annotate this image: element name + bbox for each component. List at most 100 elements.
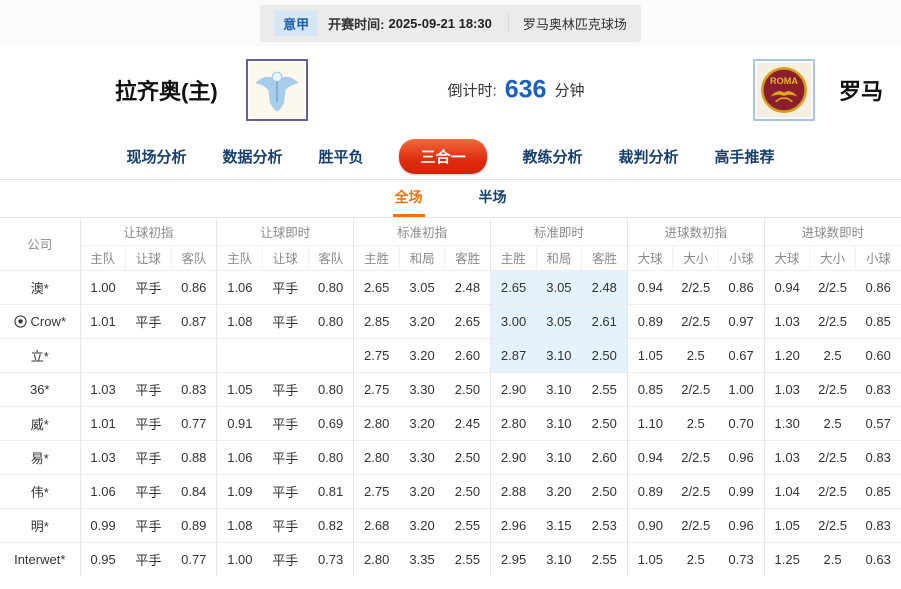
- odds-cell[interactable]: 0.86: [719, 270, 765, 304]
- odds-cell[interactable]: 2.90: [490, 440, 536, 474]
- odds-cell[interactable]: 2.5: [673, 338, 719, 372]
- odds-cell[interactable]: 2.60: [582, 440, 628, 474]
- odds-cell[interactable]: 0.83: [855, 508, 901, 542]
- odds-cell[interactable]: 平手: [126, 474, 172, 508]
- company-cell[interactable]: 36*: [0, 372, 80, 406]
- odds-cell[interactable]: 平手: [262, 508, 308, 542]
- odds-cell[interactable]: 1.08: [217, 508, 263, 542]
- odds-cell[interactable]: 0.69: [308, 406, 354, 440]
- odds-cell[interactable]: 2.48: [445, 270, 491, 304]
- odds-cell[interactable]: 1.00: [217, 542, 263, 576]
- odds-cell[interactable]: 2.80: [354, 406, 400, 440]
- odds-cell[interactable]: 0.70: [719, 406, 765, 440]
- odds-cell[interactable]: 平手: [126, 270, 172, 304]
- odds-cell[interactable]: 2.80: [490, 406, 536, 440]
- odds-cell[interactable]: 0.77: [171, 406, 217, 440]
- odds-cell[interactable]: [262, 338, 308, 372]
- odds-cell[interactable]: 0.83: [171, 372, 217, 406]
- company-cell[interactable]: 威*: [0, 406, 80, 440]
- odds-cell[interactable]: 2.48: [582, 270, 628, 304]
- odds-cell[interactable]: [308, 338, 354, 372]
- odds-cell[interactable]: 平手: [126, 406, 172, 440]
- odds-cell[interactable]: 0.80: [308, 304, 354, 338]
- odds-cell[interactable]: 0.90: [627, 508, 673, 542]
- odds-cell[interactable]: 1.05: [217, 372, 263, 406]
- odds-cell[interactable]: 平手: [262, 542, 308, 576]
- odds-cell[interactable]: 1.03: [764, 440, 810, 474]
- odds-cell[interactable]: 3.20: [399, 508, 445, 542]
- odds-cell[interactable]: 2.50: [582, 338, 628, 372]
- odds-cell[interactable]: 3.10: [536, 338, 582, 372]
- odds-cell[interactable]: 0.83: [855, 372, 901, 406]
- odds-cell[interactable]: 2.75: [354, 338, 400, 372]
- odds-cell[interactable]: 0.86: [171, 270, 217, 304]
- odds-cell[interactable]: 平手: [262, 304, 308, 338]
- odds-cell[interactable]: 0.94: [627, 440, 673, 474]
- odds-cell[interactable]: 3.30: [399, 440, 445, 474]
- odds-cell[interactable]: 0.81: [308, 474, 354, 508]
- odds-cell[interactable]: 0.91: [217, 406, 263, 440]
- odds-cell[interactable]: 2.61: [582, 304, 628, 338]
- odds-cell[interactable]: 2.68: [354, 508, 400, 542]
- odds-cell[interactable]: 2.50: [582, 474, 628, 508]
- odds-cell[interactable]: 1.25: [764, 542, 810, 576]
- odds-cell[interactable]: 1.06: [217, 270, 263, 304]
- odds-cell[interactable]: 0.85: [855, 304, 901, 338]
- odds-cell[interactable]: 0.80: [308, 440, 354, 474]
- odds-cell[interactable]: 0.95: [80, 542, 126, 576]
- odds-cell[interactable]: 2.65: [490, 270, 536, 304]
- odds-cell[interactable]: 2/2.5: [673, 304, 719, 338]
- odds-cell[interactable]: [171, 338, 217, 372]
- odds-cell[interactable]: 2.90: [490, 372, 536, 406]
- odds-cell[interactable]: 平手: [262, 474, 308, 508]
- odds-cell[interactable]: 2.55: [445, 542, 491, 576]
- odds-cell[interactable]: 3.35: [399, 542, 445, 576]
- odds-cell[interactable]: 3.05: [399, 270, 445, 304]
- odds-cell[interactable]: 2.85: [354, 304, 400, 338]
- odds-cell[interactable]: 3.05: [536, 270, 582, 304]
- odds-cell[interactable]: 3.20: [399, 474, 445, 508]
- odds-cell[interactable]: 2/2.5: [673, 440, 719, 474]
- nav-tab-6[interactable]: 裁判分析: [619, 146, 679, 167]
- odds-cell[interactable]: 3.10: [536, 372, 582, 406]
- odds-cell[interactable]: 平手: [126, 542, 172, 576]
- odds-cell[interactable]: 平手: [262, 270, 308, 304]
- odds-cell[interactable]: 1.03: [80, 440, 126, 474]
- nav-tab-7[interactable]: 高手推荐: [715, 146, 775, 167]
- odds-cell[interactable]: 0.88: [171, 440, 217, 474]
- odds-cell[interactable]: 1.10: [627, 406, 673, 440]
- odds-cell[interactable]: 1.08: [217, 304, 263, 338]
- odds-cell[interactable]: 0.86: [855, 270, 901, 304]
- odds-cell[interactable]: 2.65: [445, 304, 491, 338]
- odds-cell[interactable]: 1.06: [80, 474, 126, 508]
- odds-cell[interactable]: 2.50: [445, 474, 491, 508]
- odds-cell[interactable]: 2.75: [354, 474, 400, 508]
- odds-cell[interactable]: 1.00: [719, 372, 765, 406]
- odds-cell[interactable]: 3.20: [399, 304, 445, 338]
- odds-cell[interactable]: 2/2.5: [810, 508, 856, 542]
- nav-tab-5[interactable]: 教练分析: [523, 146, 583, 167]
- odds-cell[interactable]: 2.55: [582, 372, 628, 406]
- odds-cell[interactable]: 3.10: [536, 406, 582, 440]
- odds-cell[interactable]: 0.96: [719, 440, 765, 474]
- odds-cell[interactable]: 3.20: [536, 474, 582, 508]
- odds-cell[interactable]: 0.85: [627, 372, 673, 406]
- odds-cell[interactable]: 0.80: [308, 270, 354, 304]
- odds-cell[interactable]: 2.96: [490, 508, 536, 542]
- odds-cell[interactable]: 2.45: [445, 406, 491, 440]
- odds-cell[interactable]: 2.5: [673, 406, 719, 440]
- odds-cell[interactable]: 2.80: [354, 542, 400, 576]
- odds-cell[interactable]: 平手: [126, 508, 172, 542]
- odds-cell[interactable]: 1.06: [217, 440, 263, 474]
- odds-cell[interactable]: 3.15: [536, 508, 582, 542]
- odds-cell[interactable]: 2/2.5: [673, 270, 719, 304]
- nav-tab-4[interactable]: 三合一: [399, 139, 486, 174]
- odds-cell[interactable]: 0.80: [308, 372, 354, 406]
- company-cell[interactable]: Interwet*: [0, 542, 80, 576]
- subtab-2[interactable]: 半场: [477, 180, 509, 217]
- odds-cell[interactable]: 3.00: [490, 304, 536, 338]
- odds-cell[interactable]: [80, 338, 126, 372]
- odds-cell[interactable]: [217, 338, 263, 372]
- company-cell[interactable]: Crow*: [0, 304, 80, 338]
- odds-cell[interactable]: 2.53: [582, 508, 628, 542]
